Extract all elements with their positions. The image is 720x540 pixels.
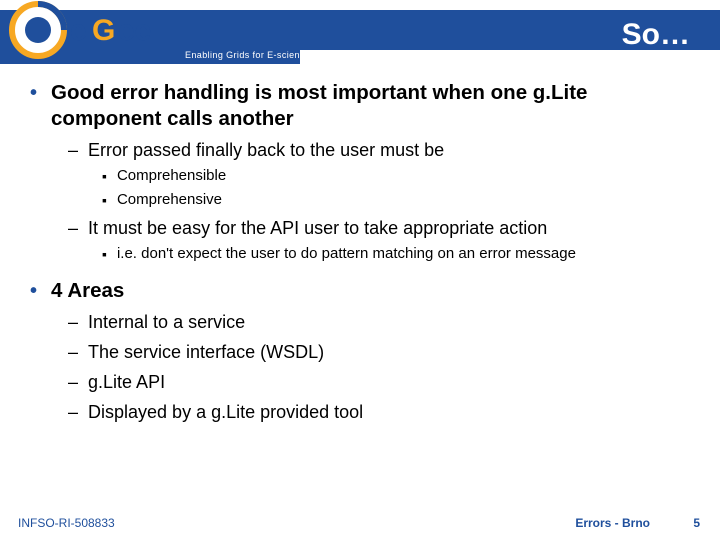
list-item: – Internal to a service <box>68 310 690 334</box>
content: • Good error handling is most important … <box>30 80 690 496</box>
tagline: Enabling Grids for E-sciencE <box>185 50 311 60</box>
svg-text:ee: ee <box>118 14 151 47</box>
bullet-text: Comprehensive <box>117 190 222 210</box>
dash-icon: – <box>68 340 78 364</box>
list-item: • Good error handling is most important … <box>30 80 690 264</box>
list-item: – It must be easy for the API user to ta… <box>68 216 690 264</box>
slide: So… Enabling Grids for E-sciencE e G ee … <box>0 0 720 540</box>
bullet-text: Displayed by a g.Lite provided tool <box>88 400 363 424</box>
dash-icon: – <box>68 216 78 240</box>
list-item: – g.Lite API <box>68 370 690 394</box>
dash-icon: – <box>68 400 78 424</box>
list-item: – The service interface (WSDL) <box>68 340 690 364</box>
footer-right: Errors - Brno <box>575 516 650 530</box>
slide-title: So… <box>622 18 690 52</box>
bullet-text: Internal to a service <box>88 310 245 334</box>
list-item: ▪ i.e. don't expect the user to do patte… <box>102 244 690 264</box>
bullet-icon: • <box>30 278 37 304</box>
bullet-icon: • <box>30 80 37 106</box>
footer: INFSO-RI-508833 Errors - Brno 5 <box>0 508 720 540</box>
svg-text:G: G <box>92 14 115 47</box>
page-number: 5 <box>693 516 700 530</box>
bullet-text: Good error handling is most important wh… <box>51 80 690 132</box>
dash-icon: – <box>68 370 78 394</box>
dash-icon: – <box>68 310 78 334</box>
square-icon: ▪ <box>102 244 107 264</box>
svg-text:e: e <box>70 14 87 47</box>
list-item: ▪ Comprehensible <box>102 166 690 186</box>
bullet-text: Comprehensible <box>117 166 226 186</box>
list-item: • 4 Areas – Internal to a service – The … <box>30 278 690 424</box>
dash-icon: – <box>68 138 78 162</box>
square-icon: ▪ <box>102 190 107 210</box>
bullet-text: g.Lite API <box>88 370 165 394</box>
bullet-text: It must be easy for the API user to take… <box>88 216 547 240</box>
bullet-list: • Good error handling is most important … <box>30 80 690 424</box>
bullet-text: i.e. don't expect the user to do pattern… <box>117 244 576 264</box>
footer-left: INFSO-RI-508833 <box>18 516 115 530</box>
square-icon: ▪ <box>102 166 107 186</box>
bullet-text: 4 Areas <box>51 278 124 304</box>
list-item: ▪ Comprehensive <box>102 190 690 210</box>
list-item: – Error passed finally back to the user … <box>68 138 690 210</box>
egee-logo: e G ee <box>6 0 176 64</box>
bullet-text: Error passed finally back to the user mu… <box>88 138 444 162</box>
header: So… Enabling Grids for E-sciencE e G ee <box>0 0 720 72</box>
bullet-text: The service interface (WSDL) <box>88 340 324 364</box>
list-item: – Displayed by a g.Lite provided tool <box>68 400 690 424</box>
